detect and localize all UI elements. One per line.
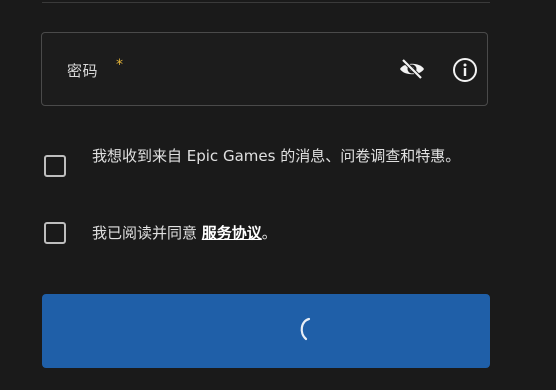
signup-form: 密码 * 我想收到来自 Epic Games 的消息、问卷调查和特惠。 我已阅读… <box>0 0 556 390</box>
marketing-consent-checkbox[interactable] <box>44 155 66 177</box>
password-label: 密码 <box>67 62 99 80</box>
submit-button[interactable] <box>42 294 490 368</box>
password-field[interactable]: 密码 * <box>41 32 488 106</box>
loading-spinner-icon <box>296 316 314 342</box>
terms-prefix: 我已阅读并同意 <box>92 224 202 242</box>
previous-field-edge <box>42 0 490 3</box>
terms-of-service-link[interactable]: 服务协议 <box>202 224 262 242</box>
marketing-consent-label: 我想收到来自 Epic Games 的消息、问卷调查和特惠。 <box>92 147 461 165</box>
terms-consent-label: 我已阅读并同意 服务协议。 <box>92 220 482 246</box>
terms-suffix: 。 <box>261 224 277 242</box>
required-asterisk: * <box>116 57 123 73</box>
eye-off-icon[interactable] <box>398 57 426 81</box>
info-icon[interactable] <box>452 57 478 83</box>
marketing-consent-row: 我想收到来自 Epic Games 的消息、问卷调查和特惠。 <box>44 143 482 177</box>
terms-consent-row: 我已阅读并同意 服务协议。 <box>44 220 482 246</box>
terms-consent-checkbox[interactable] <box>44 222 66 244</box>
